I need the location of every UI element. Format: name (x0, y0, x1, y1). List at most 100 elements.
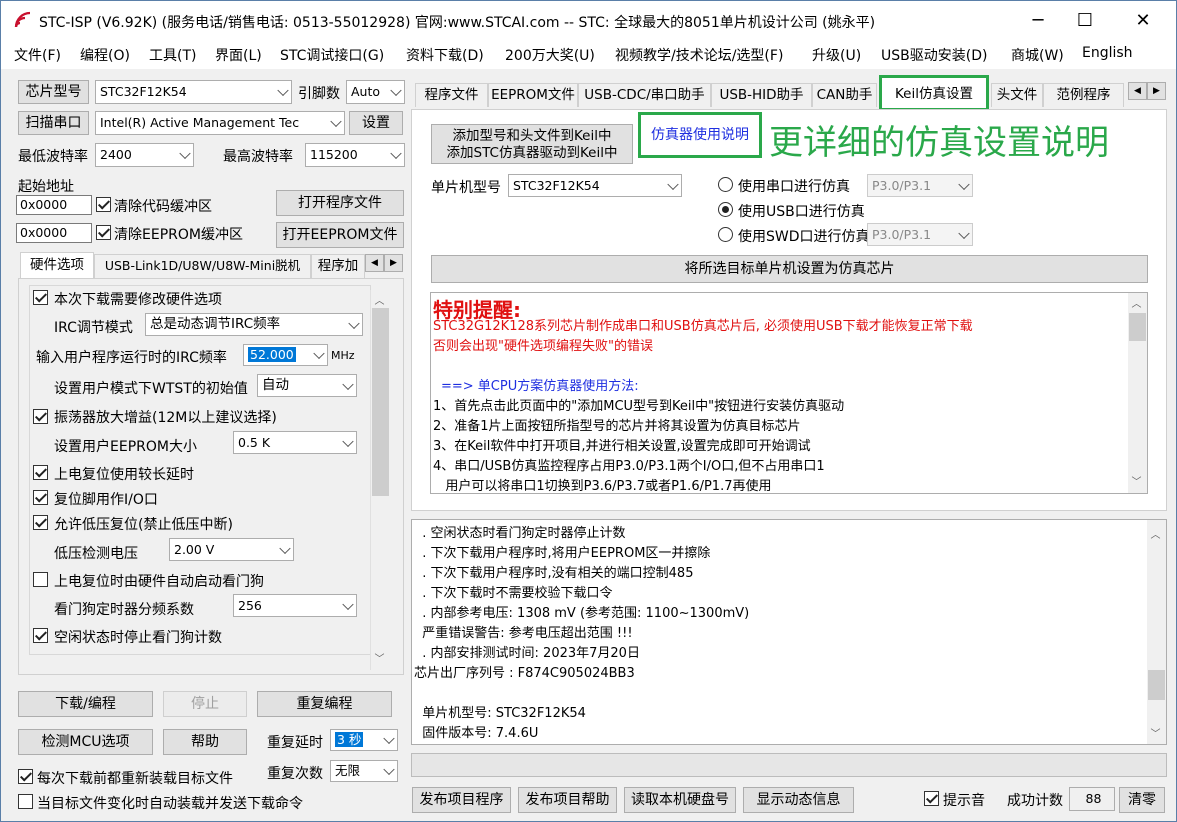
scroll-down-arrow[interactable]: ﹀ (1147, 725, 1164, 740)
tab-keil-emulation[interactable]: Keil仿真设置 (879, 75, 989, 111)
menu-award[interactable]: 200万大奖(U) (505, 45, 595, 65)
download-button[interactable]: 下载/编程 (18, 691, 153, 717)
menu-usb-driver[interactable]: USB驱动安装(D) (881, 45, 987, 65)
add-to-keil-button[interactable]: 添加型号和头文件到Keil中 添加STC仿真器驱动到Keil中 (431, 124, 633, 164)
eeprom-address-field[interactable]: 0x0000 (16, 223, 92, 243)
emulator-help-button[interactable]: 仿真器使用说明 (638, 112, 762, 158)
wtst-select[interactable]: 自动 (257, 374, 357, 397)
auto-reload-checkbox[interactable] (18, 794, 33, 809)
repeat-count-select[interactable]: 无限 (330, 760, 398, 782)
serial-port-select[interactable]: P3.0/P3.1 (867, 174, 973, 197)
detect-mcu-button[interactable]: 检测MCU选项 (18, 729, 153, 755)
menu-debug-interface[interactable]: STC调试接口(G) (280, 45, 384, 65)
tab-scroll-left[interactable]: ◀ (365, 254, 384, 272)
help-button[interactable]: 帮助 (163, 729, 247, 755)
tab-can[interactable]: CAN助手 (812, 83, 877, 107)
menu-shop[interactable]: 商城(W) (1011, 45, 1064, 65)
success-count-field: 88 (1069, 787, 1115, 811)
swd-port-select[interactable]: P3.0/P3.1 (867, 223, 973, 246)
tab-hardware-options[interactable]: 硬件选项 (20, 252, 94, 278)
scan-port-button[interactable]: 扫描串口 (18, 111, 89, 135)
info-scrollbar[interactable]: ︿ ﹀ (1128, 293, 1147, 493)
chevron-down-icon (383, 732, 395, 745)
set-emulation-chip-button[interactable]: 将所选目标单片机设置为仿真芯片 (431, 255, 1148, 283)
idle-wdt-checkbox[interactable] (33, 628, 48, 643)
publish-help-button[interactable]: 发布项目帮助 (518, 787, 617, 813)
serial-emulation-radio[interactable] (718, 177, 733, 192)
min-baud-select[interactable]: 2400 (95, 143, 194, 167)
chevron-down-icon (342, 598, 354, 610)
osc-gain-checkbox[interactable] (33, 409, 48, 424)
menu-tools[interactable]: 工具(T) (149, 45, 196, 65)
tab-program-file[interactable]: 程序文件 (415, 83, 488, 107)
maximize-button[interactable]: ☐ (1062, 7, 1108, 35)
scroll-up-arrow[interactable]: ︿ (371, 292, 388, 307)
wdt-auto-checkbox[interactable] (33, 572, 48, 587)
port-select[interactable]: Intel(R) Active Management Tec (95, 111, 345, 135)
scroll-thumb[interactable] (1129, 313, 1146, 341)
clear-code-checkbox[interactable] (96, 197, 111, 212)
wdt-divider-select[interactable]: 256 (233, 594, 357, 617)
tab-usb-cdc[interactable]: USB-CDC/串口助手 (578, 83, 711, 107)
minimize-button[interactable]: ─ (1015, 7, 1061, 35)
lvd-voltage-select[interactable]: 2.00 V (169, 538, 294, 561)
tab-usb-link[interactable]: USB-Link1D/U8W/U8W-Mini脱机 (94, 254, 311, 278)
irc-freq-select[interactable]: 52.000 (243, 344, 328, 366)
right-tab-scroll-right[interactable]: ▶ (1147, 82, 1166, 100)
long-reset-checkbox[interactable] (33, 465, 48, 480)
tab-usb-hid[interactable]: USB-HID助手 (711, 83, 812, 107)
pins-select[interactable]: Auto (346, 80, 405, 104)
open-program-button[interactable]: 打开程序文件 (276, 190, 404, 216)
menu-file[interactable]: 文件(F) (14, 45, 61, 65)
log-line: . 空闲状态时看门狗定时器停止计数 (414, 526, 626, 541)
menu-english[interactable]: English (1082, 45, 1133, 61)
menu-interface[interactable]: 界面(L) (215, 45, 262, 65)
irc-mode-select[interactable]: 总是动态调节IRC频率 (145, 313, 363, 336)
menu-downloads[interactable]: 资料下载(D) (406, 45, 484, 65)
beep-checkbox[interactable] (924, 791, 939, 806)
reload-each-checkbox[interactable] (18, 769, 33, 784)
eeprom-size-select[interactable]: 0.5 K (233, 431, 357, 454)
close-button[interactable]: ✕ (1120, 7, 1166, 35)
modify-hw-checkbox[interactable] (33, 290, 48, 305)
scroll-up-arrow[interactable]: ︿ (1147, 526, 1164, 541)
menu-upgrade[interactable]: 升级(U) (812, 45, 861, 65)
clear-eeprom-checkbox[interactable] (96, 225, 111, 240)
read-disk-id-button[interactable]: 读取本机硬盘号 (624, 787, 736, 813)
chip-type-button[interactable]: 芯片型号 (18, 80, 89, 104)
hardware-scrollbar[interactable]: ︿ ﹀ (370, 290, 389, 670)
clear-count-button[interactable]: 清零 (1119, 787, 1165, 813)
usb-emulation-radio[interactable] (718, 202, 733, 217)
tab-eeprom-file[interactable]: EEPROM文件 (488, 83, 578, 107)
publish-project-button[interactable]: 发布项目程序 (412, 787, 511, 813)
swd-emulation-radio[interactable] (718, 227, 733, 242)
right-tab-scroll-left[interactable]: ◀ (1128, 82, 1147, 100)
tab-scroll-right[interactable]: ▶ (384, 254, 403, 272)
chevron-down-icon (390, 147, 402, 160)
show-dynamic-info-button[interactable]: 显示动态信息 (743, 787, 854, 813)
settings-button[interactable]: 设置 (349, 111, 403, 135)
open-eeprom-button[interactable]: 打开EEPROM文件 (276, 222, 404, 248)
reset-io-checkbox[interactable] (33, 490, 48, 505)
menu-program[interactable]: 编程(O) (80, 45, 130, 65)
repeat-delay-select[interactable]: 3 秒 (330, 729, 398, 751)
log-scrollbar[interactable]: ︿ ﹀ (1147, 520, 1166, 744)
lvd-reset-checkbox[interactable] (33, 515, 48, 530)
scroll-thumb[interactable] (1148, 670, 1165, 700)
menu-video[interactable]: 视频教学/技术论坛/选型(F) (615, 45, 783, 65)
mcu-model-select[interactable]: STC32F12K54 (508, 174, 682, 197)
scroll-down-arrow[interactable]: ﹀ (371, 650, 388, 665)
tab-examples[interactable]: 范例程序 (1043, 83, 1124, 107)
scroll-thumb[interactable] (372, 308, 389, 496)
scroll-up-arrow[interactable]: ︿ (1128, 295, 1145, 310)
long-reset-label: 上电复位使用较长延时 (54, 467, 194, 483)
reprogram-button[interactable]: 重复编程 (257, 691, 392, 717)
tab-program-add[interactable]: 程序加 (311, 254, 365, 278)
code-address-field[interactable]: 0x0000 (16, 195, 92, 215)
max-baud-select[interactable]: 115200 (305, 143, 405, 167)
chip-type-select[interactable]: STC32F12K54 (95, 80, 292, 104)
stop-button[interactable]: 停止 (163, 691, 247, 717)
scroll-down-arrow[interactable]: ﹀ (1128, 473, 1145, 488)
swd-emulation-label: 使用SWD口进行仿真 (738, 229, 870, 245)
tab-header-file[interactable]: 头文件 (991, 83, 1043, 107)
